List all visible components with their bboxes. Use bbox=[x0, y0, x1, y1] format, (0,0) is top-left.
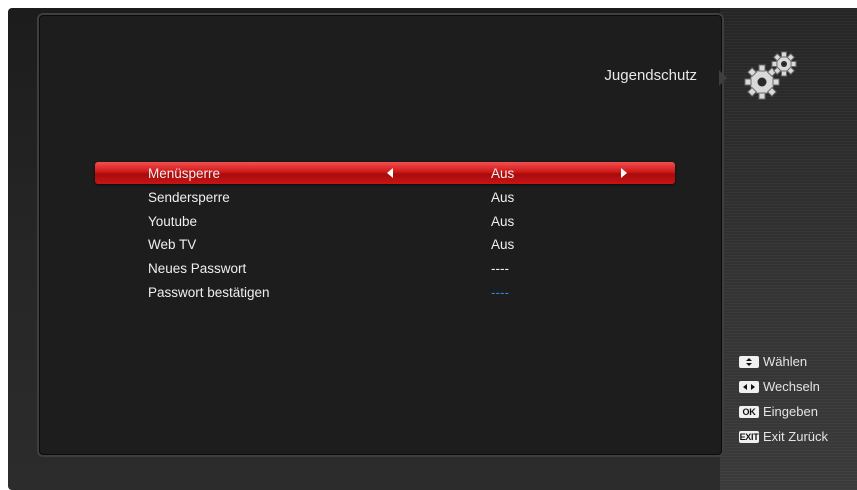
menu-item-value: Aus bbox=[491, 214, 515, 229]
menu-item-label: Youtube bbox=[148, 214, 198, 229]
up-down-key-icon bbox=[739, 355, 759, 368]
hint-eingeben: OK Eingeben bbox=[739, 403, 818, 421]
exit-key-icon: EXIT bbox=[739, 430, 759, 443]
arrow-right-icon[interactable] bbox=[621, 168, 627, 178]
hint-label: Wählen bbox=[763, 354, 808, 370]
menu-item-label: Passwort bestätigen bbox=[148, 285, 270, 300]
hint-label: Exit Zurück bbox=[763, 429, 829, 445]
hint-waehlen: Wählen bbox=[739, 353, 807, 371]
hint-exit: EXIT Exit Zurück bbox=[739, 428, 828, 446]
menu-item-label: Sendersperre bbox=[148, 190, 230, 205]
hint-label: Wechseln bbox=[763, 379, 820, 395]
page-title: Jugendschutz bbox=[604, 67, 697, 84]
menu-item-label: Neues Passwort bbox=[148, 261, 247, 276]
menu-item-value: Aus bbox=[491, 166, 515, 181]
confirm-password-input[interactable]: ---- bbox=[491, 285, 509, 300]
menu-item-passwort-bestaetigen[interactable]: Passwort bestätigen ---- bbox=[95, 281, 675, 303]
menu-item-value: Aus bbox=[491, 237, 515, 252]
gear-icon bbox=[744, 51, 797, 100]
hint-wechseln: Wechseln bbox=[739, 378, 820, 396]
ok-key-icon: OK bbox=[739, 405, 759, 418]
arrow-left-icon[interactable] bbox=[387, 168, 393, 178]
menu-item-label: Menüsperre bbox=[148, 166, 221, 181]
menu-item-value: Aus bbox=[491, 190, 515, 205]
left-right-key-icon bbox=[739, 380, 759, 393]
menu-item-youtube[interactable]: Youtube Aus bbox=[95, 210, 675, 232]
menu-item-neues-passwort[interactable]: Neues Passwort ---- bbox=[95, 257, 675, 279]
panel-pointer bbox=[719, 70, 727, 86]
menu-item-label: Web TV bbox=[148, 237, 197, 252]
password-input[interactable]: ---- bbox=[491, 261, 509, 276]
menu-item-web-tv[interactable]: Web TV Aus bbox=[95, 233, 675, 255]
menu-item-sendersperre[interactable]: Sendersperre Aus bbox=[95, 186, 675, 208]
menu-item-menuesperre[interactable]: Menüsperre Aus bbox=[95, 162, 675, 184]
hint-label: Eingeben bbox=[763, 404, 818, 420]
